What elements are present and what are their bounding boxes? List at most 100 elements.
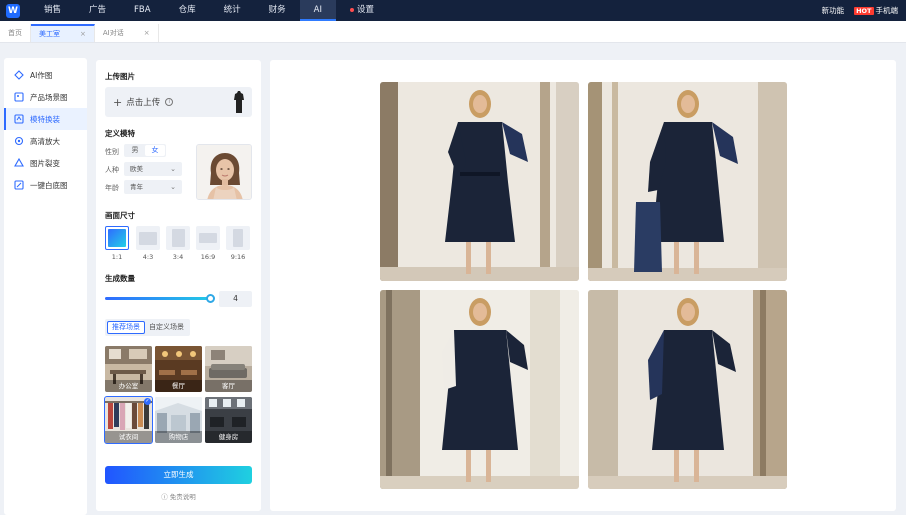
model-photo-1 bbox=[380, 82, 579, 281]
sidebar-item-label: 一键白底图 bbox=[30, 180, 68, 190]
gender-toggle: 男 女 bbox=[124, 144, 166, 157]
generated-results-panel bbox=[270, 60, 896, 511]
scene-restaurant[interactable]: 餐厅 bbox=[155, 346, 202, 392]
age-select-value: 青年 bbox=[130, 183, 143, 191]
scene-shopping-store[interactable]: 购物店 bbox=[155, 397, 202, 443]
ratio-label: 4:3 bbox=[142, 253, 154, 261]
model-portrait[interactable] bbox=[196, 144, 252, 200]
ratio-4-3-icon bbox=[139, 231, 157, 245]
nav-item-sales[interactable]: 销售 bbox=[30, 0, 75, 21]
ratio-9-16-icon bbox=[233, 229, 243, 247]
notification-dot-icon bbox=[349, 7, 354, 12]
close-icon[interactable]: × bbox=[144, 24, 150, 42]
ratio-label: 3:4 bbox=[172, 253, 184, 261]
gender-option-male[interactable]: 男 bbox=[125, 145, 145, 156]
sidebar-item-label: 图片裂变 bbox=[30, 158, 60, 168]
nav-item-settings[interactable]: 设置 bbox=[336, 0, 388, 21]
scene-living-room[interactable]: 客厅 bbox=[205, 346, 252, 392]
scene-gym[interactable]: 健身房 bbox=[205, 397, 252, 443]
nav-item-finance[interactable]: 财务 bbox=[255, 0, 300, 21]
ratio-option-9-16[interactable] bbox=[226, 226, 250, 250]
gender-label: 性别 bbox=[105, 148, 119, 156]
sidebar-item-white-bg[interactable]: 一键白底图 bbox=[4, 174, 87, 196]
sidebar-item-ai-draw[interactable]: AI作图 bbox=[4, 64, 87, 86]
info-icon[interactable]: i bbox=[165, 98, 174, 106]
nav-item-ai[interactable]: AI bbox=[299, 0, 336, 21]
plus-icon: + bbox=[113, 95, 123, 109]
tool-sidebar: AI作图 产品场景图 模特换装 高清放大 图片裂变 一键白底图 bbox=[4, 58, 87, 515]
nav-item-warehouse[interactable]: 仓库 bbox=[165, 0, 210, 21]
scene-fitting-room[interactable]: ✓ 试衣间 bbox=[104, 396, 153, 444]
race-select[interactable]: 欧美 ⌄ bbox=[124, 162, 182, 176]
upload-section-title: 上传图片 bbox=[105, 72, 135, 81]
ai-draw-icon bbox=[14, 70, 24, 80]
age-label: 年龄 bbox=[105, 184, 119, 192]
image-fission-icon bbox=[14, 158, 24, 168]
new-feature-link[interactable]: 新功能 bbox=[822, 5, 845, 16]
model-photo-4 bbox=[588, 290, 787, 489]
selected-check-icon: ✓ bbox=[144, 398, 151, 405]
ratio-option-4-3[interactable] bbox=[136, 226, 160, 250]
nav-right-links: 新功能 HOT 手机端 bbox=[822, 5, 898, 16]
sidebar-item-product-scene[interactable]: 产品场景图 bbox=[4, 86, 87, 108]
close-icon[interactable]: × bbox=[80, 25, 86, 43]
generated-image[interactable] bbox=[380, 290, 579, 489]
upload-button[interactable]: + 点击上传 i bbox=[105, 87, 252, 117]
scene-office[interactable]: 办公室 bbox=[105, 346, 152, 392]
nav-item-statistics[interactable]: 统计 bbox=[210, 0, 255, 21]
upscale-icon bbox=[14, 136, 24, 146]
nav-item-fba[interactable]: FBA bbox=[120, 0, 165, 21]
ratio-16-9-icon bbox=[199, 233, 217, 243]
hot-badge: HOT bbox=[854, 7, 874, 15]
disclaimer-label: 免责说明 bbox=[169, 493, 196, 501]
sidebar-item-label: AI作图 bbox=[30, 70, 53, 80]
main-menu: 销售 广告 FBA 仓库 统计 财务 AI 设置 bbox=[30, 0, 388, 21]
app-logo[interactable]: W bbox=[2, 0, 24, 21]
sidebar-item-upscale[interactable]: 高清放大 bbox=[4, 130, 87, 152]
count-slider-track[interactable] bbox=[105, 297, 210, 300]
nav-item-settings-label: 设置 bbox=[356, 5, 374, 15]
mobile-link[interactable]: HOT 手机端 bbox=[854, 5, 898, 16]
ratio-1-1-icon bbox=[108, 229, 126, 247]
white-bg-icon bbox=[14, 180, 24, 190]
race-label: 人种 bbox=[105, 166, 119, 174]
generated-image[interactable] bbox=[380, 82, 579, 281]
tab-recommended-scenes[interactable]: 推荐场景 bbox=[107, 321, 145, 334]
ratio-option-16-9[interactable] bbox=[196, 226, 220, 250]
tab-home-label: 首页 bbox=[8, 29, 22, 37]
age-select[interactable]: 青年 ⌄ bbox=[124, 180, 182, 194]
gender-option-female[interactable]: 女 bbox=[145, 145, 165, 156]
count-input[interactable]: 4 bbox=[219, 291, 252, 307]
model-swap-icon bbox=[14, 114, 24, 124]
generated-image[interactable] bbox=[588, 290, 787, 489]
sidebar-item-model-swap[interactable]: 模特换装 bbox=[4, 108, 87, 130]
uploaded-garment-thumbnail[interactable] bbox=[232, 90, 246, 114]
ratio-label: 1:1 bbox=[111, 253, 123, 261]
nav-item-ads[interactable]: 广告 bbox=[75, 0, 120, 21]
model-photo-3 bbox=[380, 290, 579, 489]
product-scene-icon bbox=[14, 92, 24, 102]
tab-ai-chat[interactable]: AI对话 × bbox=[95, 24, 159, 42]
sidebar-item-label: 模特换装 bbox=[30, 114, 60, 124]
tab-art-studio[interactable]: 美工室 × bbox=[31, 24, 95, 42]
ratio-option-3-4[interactable] bbox=[166, 226, 190, 250]
generate-button[interactable]: 立即生成 bbox=[105, 466, 252, 484]
scene-label: 客厅 bbox=[205, 380, 252, 392]
upload-label: 点击上传 bbox=[126, 98, 161, 108]
mobile-link-label: 手机端 bbox=[875, 6, 899, 15]
sidebar-item-image-fission[interactable]: 图片裂变 bbox=[4, 152, 87, 174]
sidebar-item-label: 高清放大 bbox=[30, 136, 60, 146]
chevron-down-icon: ⌄ bbox=[170, 165, 176, 173]
ratio-3-4-icon bbox=[171, 229, 185, 247]
disclaimer-link[interactable]: ⓘ 免责说明 bbox=[96, 491, 261, 501]
model-section-title: 定义模特 bbox=[105, 129, 135, 138]
race-select-value: 欧美 bbox=[130, 165, 143, 173]
tab-home[interactable]: 首页 bbox=[0, 24, 31, 42]
scene-type-tabs: 推荐场景 自定义场景 bbox=[105, 319, 190, 336]
count-slider-handle[interactable] bbox=[206, 294, 215, 303]
ratio-option-1-1[interactable] bbox=[105, 226, 129, 250]
tab-custom-scenes[interactable]: 自定义场景 bbox=[145, 321, 188, 334]
generated-image[interactable] bbox=[588, 82, 787, 281]
info-icon: ⓘ bbox=[161, 493, 170, 501]
tab-ai-chat-label: AI对话 bbox=[102, 29, 124, 37]
